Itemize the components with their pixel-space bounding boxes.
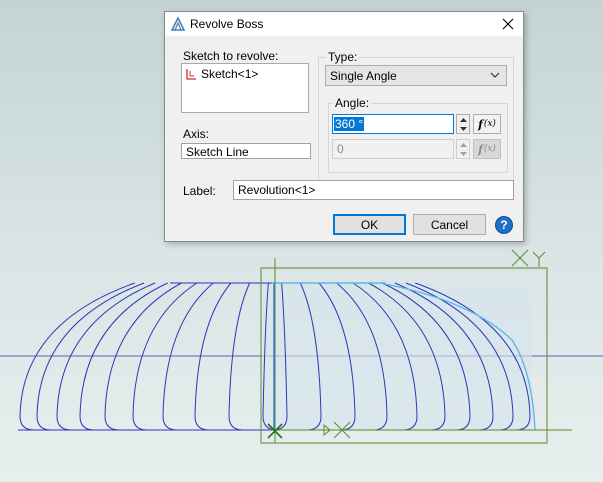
function-icon: f (478, 117, 483, 131)
preview-region (262, 283, 532, 431)
angle2-spinner (456, 139, 470, 159)
axis-label: Axis: (183, 127, 210, 141)
close-button[interactable] (493, 12, 523, 36)
type-label: Type: (326, 50, 360, 64)
triad-icon (511, 249, 546, 267)
axis-field[interactable]: Sketch Line (181, 143, 311, 159)
help-icon: ? (500, 218, 508, 232)
revolve-rib (56, 282, 156, 431)
sketch-to-revolve-label: Sketch to revolve: (183, 49, 279, 63)
angle2-equation-button: f (x) (473, 139, 501, 159)
angle-spinner[interactable] (456, 114, 470, 134)
sketch-list[interactable]: Sketch<1> (181, 63, 309, 113)
type-select[interactable]: Single Angle (325, 65, 507, 86)
function-icon: f (478, 142, 483, 156)
feature-label-input[interactable]: Revolution<1> (233, 180, 514, 200)
dialog-titlebar[interactable]: Revolve Boss (165, 12, 523, 36)
revolve-boss-dialog: Revolve Boss Sketch to revolve: Sketch<1… (164, 11, 524, 242)
sketch-item-label: Sketch<1> (201, 67, 259, 81)
revolve-rib (36, 282, 145, 431)
close-icon (502, 18, 514, 30)
spin-up-icon (457, 140, 469, 149)
spin-down-icon[interactable] (457, 124, 469, 133)
spin-down-icon (457, 149, 469, 158)
sketch-icon (186, 69, 196, 80)
ok-button[interactable]: OK (333, 214, 406, 235)
feature-label-caption: Label: (183, 184, 216, 198)
app-logo-icon (170, 16, 186, 31)
angle-label: Angle: (333, 96, 372, 110)
angle2-input: 0 (332, 139, 454, 159)
sketch-list-item[interactable]: Sketch<1> (185, 67, 258, 81)
revolve-rib (79, 282, 168, 431)
dialog-title: Revolve Boss (190, 17, 264, 31)
chevron-down-icon (490, 72, 500, 78)
type-select-value: Single Angle (330, 69, 397, 83)
revolve-rib (194, 282, 232, 431)
help-button[interactable]: ? (495, 216, 513, 234)
angle-input[interactable]: 360 ° (332, 114, 454, 134)
revolve-rib (132, 282, 198, 431)
cancel-button[interactable]: Cancel (413, 214, 486, 235)
revolve-rib (228, 282, 251, 431)
spin-up-icon[interactable] (457, 115, 469, 124)
angle-equation-button[interactable]: f (x) (473, 114, 501, 134)
angle-input-value: 360 ° (334, 117, 365, 131)
